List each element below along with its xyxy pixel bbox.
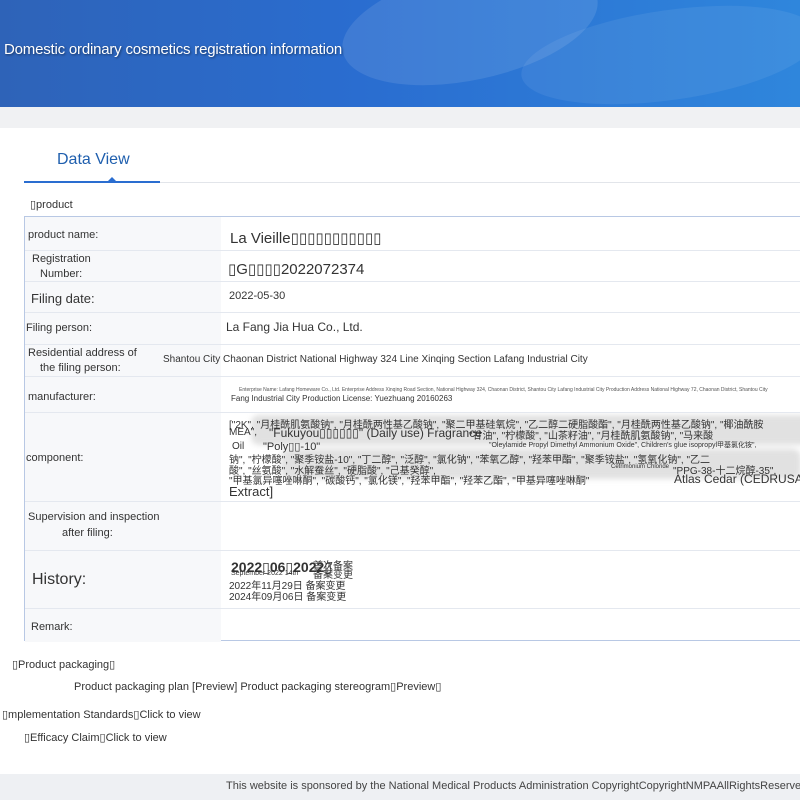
implementation-standards-link[interactable]: ▯Click to view (133, 709, 200, 721)
implementation-standards-label: ▯mplementation Standards (2, 709, 134, 721)
tab-divider (160, 182, 800, 183)
details-table: product name: La Vieille▯▯▯▯▯▯▯▯▯▯▯ Regi… (24, 216, 800, 642)
residential-address-value: Shantou City Chaonan District National H… (163, 354, 588, 365)
header-banner: Domestic ordinary cosmetics registration… (0, 0, 800, 107)
component-line: Cetrimonium Chloride (611, 464, 670, 470)
efficacy-claim-label: ▯Efficacy Claim (24, 732, 100, 744)
registration-number-value: ▯G▯▯▯▯2022072374 (228, 261, 365, 278)
tab-indicator-icon (107, 177, 117, 182)
filing-person-value: La Fang Jia Hua Co., Ltd. (226, 320, 363, 334)
product-name-value: La Vieille▯▯▯▯▯▯▯▯▯▯▯ (230, 230, 382, 247)
row-filing-date: Filing date: 2022-05-30 (25, 282, 800, 313)
footer-text: This website is sponsored by the Nationa… (226, 780, 800, 792)
row-label: History: (32, 571, 87, 588)
row-registration-number: Registration Number: ▯G▯▯▯▯2022072374 (25, 251, 800, 282)
header-divider (0, 107, 800, 128)
row-label: Remark: (31, 621, 73, 633)
packaging-plan-preview-link[interactable]: [Preview] (192, 681, 237, 693)
component-line: "甲基氯异噻唑啉酮", "碳酸钙", "氯化镁", "羟苯甲酯", "羟苯乙酯"… (229, 476, 590, 487)
row-remark: Remark: (25, 609, 800, 642)
component-line: Extract] (229, 484, 274, 499)
row-filing-person: Filing person: La Fang Jia Hua Co., Ltd. (25, 313, 800, 345)
row-label: Number: (40, 268, 83, 280)
product-packaging-heading: ▯Product packaging▯ (12, 659, 116, 671)
history-entry: September 2022 14th (231, 570, 299, 577)
component-line: "Oleylamide Propyl Dimethyl Ammonium Oxi… (489, 442, 757, 449)
manufacturer-license: Fang Industrial City Production License:… (231, 394, 453, 403)
remark-value (221, 609, 800, 642)
filing-date-value: 2022-05-30 (229, 290, 286, 302)
footer: This website is sponsored by the Nationa… (0, 774, 800, 800)
packaging-plan: Product packaging plan [Preview] Product… (74, 680, 441, 693)
row-component: component: ["2K", "月桂酰肌氨酸钠", "月桂酰两性基乙酸钠"… (25, 413, 800, 502)
row-label: manufacturer: (28, 391, 96, 403)
row-label: Registration (32, 253, 91, 265)
row-label: after filing: (62, 527, 113, 539)
supervision-value (221, 502, 800, 550)
row-history: History: 2022▯06▯2022▯ September 2022 14… (25, 551, 800, 609)
row-label: component: (26, 452, 84, 464)
tab-data-view[interactable]: Data View (24, 145, 160, 183)
row-residential-address: Residential address of the filing person… (25, 345, 800, 377)
manufacturer-details: Enterprise Name: Lafang Homeware Co., Lt… (239, 387, 768, 393)
row-label: Supervision and inspection (28, 511, 160, 523)
row-label: Filing person: (26, 322, 93, 334)
efficacy-claim: ▯Efficacy Claim▯Click to view (24, 731, 167, 744)
component-line: Atlas Cedar (CEDRUSATLANTICA (674, 472, 800, 486)
row-label: Filing date: (31, 291, 95, 306)
history-entry: 2024年09月06日 备案变更 (229, 592, 347, 603)
page-title: Domestic ordinary cosmetics registration… (4, 41, 343, 58)
row-supervision: Supervision and inspection after filing: (25, 502, 800, 551)
component-line: "Fukuyou▯▯▯▯▯▯" (Daily use) Fragrance (269, 426, 482, 440)
implementation-standards: ▯mplementation Standards▯Click to view (2, 708, 201, 721)
packaging-plan-label: Product packaging plan (74, 681, 189, 693)
tab-label: Data View (57, 151, 130, 168)
row-manufacturer: manufacturer: Enterprise Name: Lafang Ho… (25, 377, 800, 413)
efficacy-claim-link[interactable]: ▯Click to view (100, 732, 167, 744)
row-label: product name: (28, 229, 99, 241)
component-line: MEA", (229, 427, 257, 438)
row-product-name: product name: La Vieille▯▯▯▯▯▯▯▯▯▯▯ (25, 217, 800, 251)
packaging-stereogram-label: Product packaging stereogram (240, 681, 391, 693)
packaging-stereogram-preview-link[interactable]: ▯Preview▯ (390, 681, 441, 693)
